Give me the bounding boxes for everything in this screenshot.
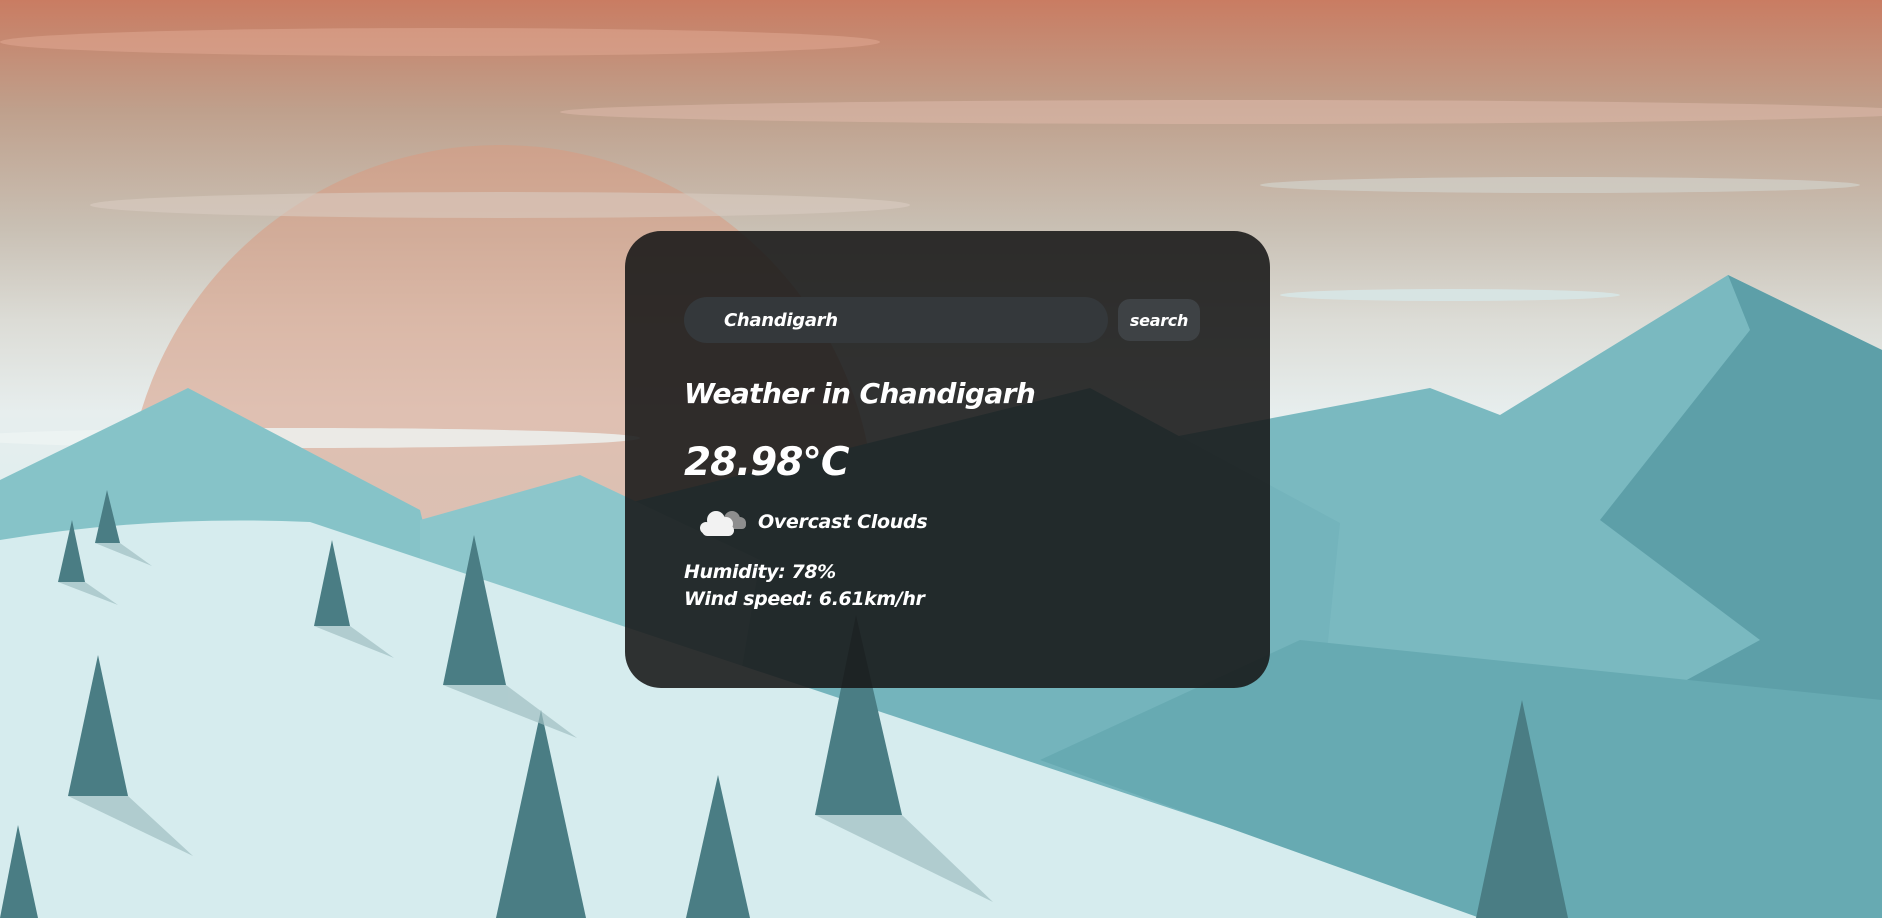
cloud-streak	[90, 192, 910, 218]
weather-title: Weather in Chandigarh	[684, 377, 1036, 410]
search-input[interactable]	[684, 297, 1108, 343]
search-button[interactable]: search	[1118, 299, 1200, 341]
cloud-streak	[1260, 177, 1860, 193]
humidity-text: Humidity: 78%	[684, 561, 836, 583]
weather-description-row: Overcast Clouds	[694, 503, 1201, 541]
cloud-streak	[0, 28, 880, 56]
cloud-streak	[560, 100, 1882, 124]
temperature-value: 28.98°C	[684, 440, 849, 485]
weather-stats: Humidity: 78% Wind speed: 6.61km/hr	[684, 559, 1201, 613]
search-bar: search	[684, 297, 1201, 343]
weather-card: search Weather in Chandigarh 28.98°C Ove…	[625, 231, 1270, 688]
cloud-streak	[1280, 289, 1620, 301]
weather-description: Overcast Clouds	[758, 511, 928, 533]
overcast-cloud-icon	[700, 511, 746, 536]
wind-speed-text: Wind speed: 6.61km/hr	[684, 588, 925, 610]
